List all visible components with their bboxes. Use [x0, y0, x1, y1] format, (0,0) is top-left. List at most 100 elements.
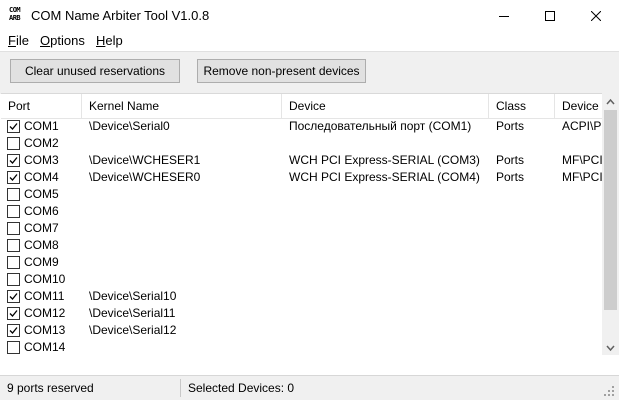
sort-ascending-icon: ^ — [37, 93, 42, 99]
table-row[interactable]: COM10 — [1, 271, 602, 288]
unchecked-checkbox[interactable] — [7, 273, 20, 286]
cell-class: Ports — [496, 170, 525, 184]
cell-device — [289, 322, 489, 339]
table-row[interactable]: COM9 — [1, 254, 602, 271]
checkmark-icon — [9, 293, 18, 300]
cell-port: COM6 — [24, 204, 59, 218]
checked-checkbox[interactable] — [7, 290, 20, 303]
cell-class: Ports — [496, 119, 525, 133]
clear-unused-reservations-button[interactable]: Clear unused reservations — [10, 59, 180, 83]
cell-class — [496, 339, 556, 356]
table-row[interactable]: COM4 \Device\WCHESER0 WCH PCI Express-SERI… — [1, 169, 602, 186]
unchecked-checkbox[interactable] — [7, 256, 20, 269]
menu-help[interactable]: Help — [96, 33, 123, 48]
cell-kernel-name — [89, 254, 279, 271]
table-row[interactable]: COM6 — [1, 203, 602, 220]
column-header-device-id[interactable]: Device I — [555, 94, 602, 118]
cell-kernel-name — [89, 186, 279, 203]
title-bar[interactable]: COM ARB COM Name Arbiter Tool V1.0.8 — [0, 0, 619, 31]
cell-device: Последовательный порт (COM1) — [289, 119, 472, 133]
ports-list[interactable]: Port ^ Kernel Name Device Class Device I… — [1, 93, 602, 356]
column-header-port-label: Port — [8, 99, 31, 113]
cell-kernel-name: \Device\Serial11 — [89, 306, 176, 320]
cell-class — [496, 305, 556, 322]
cell-kernel-name — [89, 271, 279, 288]
cell-device — [289, 135, 489, 152]
unchecked-checkbox[interactable] — [7, 222, 20, 235]
cell-device-id — [562, 203, 602, 220]
cell-kernel-name: \Device\Serial12 — [89, 323, 177, 337]
table-row[interactable]: COM2 — [1, 135, 602, 152]
menu-file[interactable]: File — [8, 33, 29, 48]
scroll-up-arrow-icon[interactable] — [604, 96, 617, 110]
table-row[interactable]: COM3 \Device\WCHESER1 WCH PCI Express-SERI… — [1, 152, 602, 169]
unchecked-checkbox[interactable] — [7, 137, 20, 150]
cell-device — [289, 237, 489, 254]
table-row[interactable]: COM12 \Device\Serial11 — [1, 305, 602, 322]
column-header-class[interactable]: Class — [489, 94, 555, 118]
status-divider — [180, 379, 181, 397]
table-row[interactable]: COM7 — [1, 220, 602, 237]
remove-non-present-devices-button[interactable]: Remove non-present devices — [197, 59, 366, 83]
status-ports-reserved: 9 ports reserved — [7, 381, 94, 395]
cell-device-id — [562, 322, 602, 339]
cell-class — [496, 203, 556, 220]
cell-kernel-name — [89, 220, 279, 237]
table-row[interactable]: COM1 \Device\Serial0 Последовательный порт… — [1, 118, 602, 135]
scrollbar-thumb[interactable] — [604, 110, 617, 310]
cell-port: COM10 — [24, 272, 66, 286]
close-button[interactable] — [573, 0, 619, 31]
cell-class — [496, 186, 556, 203]
cell-device-id — [562, 220, 602, 237]
cell-kernel-name: \Device\WCHESER1 — [89, 153, 201, 167]
cell-device-id: ACPI\PN — [562, 119, 602, 133]
cell-device-id — [562, 339, 602, 356]
checkmark-icon — [9, 174, 18, 181]
status-selected-devices: Selected Devices: 0 — [188, 381, 295, 395]
cell-port: COM9 — [24, 255, 59, 269]
unchecked-checkbox[interactable] — [7, 188, 20, 201]
cell-device — [289, 339, 489, 356]
checked-checkbox[interactable] — [7, 324, 20, 337]
cell-device: WCH PCI Express-SERIAL (COM4) — [289, 170, 480, 184]
checked-checkbox[interactable] — [7, 120, 20, 133]
cell-device-id — [562, 305, 602, 322]
column-header-device[interactable]: Device — [282, 94, 489, 118]
unchecked-checkbox[interactable] — [7, 239, 20, 252]
maximize-icon — [545, 10, 555, 21]
cell-class — [496, 322, 556, 339]
cell-class — [496, 288, 556, 305]
cell-device-id — [562, 288, 602, 305]
checked-checkbox[interactable] — [7, 307, 20, 320]
table-row[interactable]: COM13 \Device\Serial12 — [1, 322, 602, 339]
menu-options[interactable]: Options — [40, 33, 85, 48]
list-body: COM1 \Device\Serial0 Последовательный порт… — [1, 118, 602, 356]
cell-device-id — [562, 135, 602, 152]
cell-device-id: MF\PCI\ — [562, 170, 602, 184]
cell-device — [289, 186, 489, 203]
scroll-down-arrow-icon[interactable] — [604, 342, 617, 356]
cell-device: WCH PCI Express-SERIAL (COM3) — [289, 153, 480, 167]
checked-checkbox[interactable] — [7, 171, 20, 184]
cell-class: Ports — [496, 153, 525, 167]
table-row[interactable]: COM8 — [1, 237, 602, 254]
cell-device-id — [562, 237, 602, 254]
close-icon — [591, 10, 601, 21]
cell-port: COM2 — [24, 136, 59, 150]
column-header-kernel-name[interactable]: Kernel Name — [82, 94, 282, 118]
cell-device — [289, 271, 489, 288]
unchecked-checkbox[interactable] — [7, 205, 20, 218]
unchecked-checkbox[interactable] — [7, 341, 20, 354]
minimize-icon — [499, 15, 509, 17]
table-row[interactable]: COM11 \Device\Serial10 — [1, 288, 602, 305]
table-row[interactable]: COM5 — [1, 186, 602, 203]
maximize-button[interactable] — [527, 0, 573, 31]
checkmark-icon — [9, 123, 18, 130]
table-row[interactable]: COM14 — [1, 339, 602, 356]
cell-device-id — [562, 254, 602, 271]
checked-checkbox[interactable] — [7, 154, 20, 167]
cell-kernel-name — [89, 203, 279, 220]
minimize-button[interactable] — [481, 0, 527, 31]
cell-port: COM13 — [24, 323, 66, 337]
list-header: Port ^ Kernel Name Device Class Device I — [1, 94, 602, 119]
